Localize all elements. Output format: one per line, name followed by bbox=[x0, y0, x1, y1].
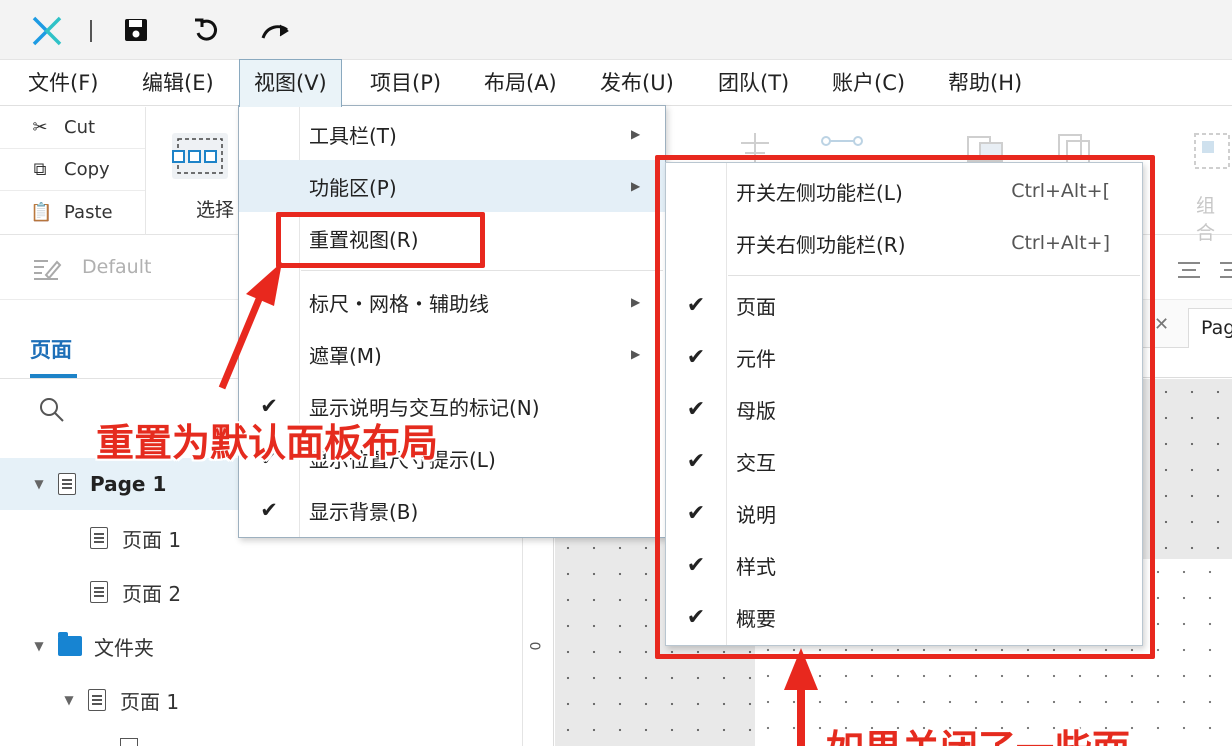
ribbon-separator bbox=[145, 107, 146, 235]
menu-item-label: 工具栏(T) bbox=[309, 123, 397, 148]
undo-button[interactable] bbox=[190, 14, 222, 46]
tree-item-label: 页面 1 bbox=[120, 689, 180, 714]
title-bar bbox=[0, 0, 1232, 60]
tree-item-label: Page 1 bbox=[90, 472, 167, 496]
menu-item-label: 遮罩(M) bbox=[309, 343, 382, 368]
menu-account[interactable]: 账户(C) bbox=[818, 60, 919, 106]
menu-item-show-background[interactable]: ✔ 显示背景(B) bbox=[239, 484, 665, 536]
menu-layout[interactable]: 布局(A) bbox=[470, 60, 571, 106]
menu-divider bbox=[301, 270, 663, 271]
menu-publish[interactable]: 发布(U) bbox=[586, 60, 688, 106]
menu-item-label: 显示背景(B) bbox=[309, 499, 419, 524]
menu-item-toolbar[interactable]: 工具栏(T) ▶ bbox=[239, 108, 665, 160]
axure-logo-icon bbox=[32, 16, 62, 46]
copy-label: Copy bbox=[64, 159, 110, 180]
toolbar-separator bbox=[90, 20, 92, 42]
redo-button[interactable] bbox=[260, 14, 292, 46]
menu-bar: 文件(F) 编辑(E) 视图(V) 项目(P) 布局(A) 发布(U) 团队(T… bbox=[0, 59, 1232, 107]
menu-item-label: 功能区(P) bbox=[309, 175, 397, 200]
cut-button[interactable]: ✂ Cut bbox=[0, 107, 145, 149]
menu-edit[interactable]: 编辑(E) bbox=[128, 60, 228, 106]
close-tab-icon[interactable]: ✕ bbox=[1154, 314, 1169, 335]
annotation-bottom-note: 如果关闭了一些面 bbox=[826, 718, 1130, 746]
tree-item-folder[interactable]: ▼ 文件夹 bbox=[0, 620, 523, 672]
menu-item-ribbon[interactable]: 功能区(P) ▶ bbox=[239, 160, 665, 212]
copy-button[interactable]: ⧉ Copy bbox=[0, 149, 145, 191]
paste-label: Paste bbox=[64, 201, 113, 223]
connector-icon bbox=[821, 136, 863, 146]
page-icon bbox=[120, 738, 138, 746]
menu-team[interactable]: 团队(T) bbox=[704, 60, 803, 106]
scissors-icon: ✂ bbox=[32, 117, 48, 138]
menu-item-masks[interactable]: 遮罩(M) ▶ bbox=[239, 328, 665, 380]
paste-button[interactable]: 📋 Paste bbox=[0, 191, 145, 233]
menu-help[interactable]: 帮助(H) bbox=[934, 60, 1036, 106]
checkmark-icon: ✔ bbox=[260, 498, 278, 522]
tab-pages[interactable]: 页面 bbox=[30, 334, 72, 364]
highlight-reset-view bbox=[276, 212, 485, 268]
page-icon bbox=[58, 473, 76, 495]
save-button[interactable] bbox=[120, 14, 152, 46]
group-icon bbox=[1194, 133, 1230, 169]
collapse-icon[interactable]: ▼ bbox=[60, 693, 78, 707]
menu-file[interactable]: 文件(F) bbox=[14, 60, 112, 106]
menu-item-rulers-grid[interactable]: 标尺・网格・辅助线 ▶ bbox=[239, 276, 665, 328]
annotation-reset-note: 重置为默认面板布局 bbox=[96, 421, 439, 465]
tree-item-label: 页面 1 bbox=[122, 527, 182, 552]
tab-page[interactable]: Pag bbox=[1188, 308, 1232, 348]
folder-icon bbox=[58, 632, 82, 656]
select-tool-label: 选择 bbox=[196, 199, 235, 221]
page-icon bbox=[90, 527, 108, 549]
tree-item-folder-child1[interactable]: ▼ 页面 1 bbox=[0, 674, 523, 726]
tree-item-label: 文件夹 bbox=[94, 635, 154, 660]
menu-view[interactable]: 视图(V) bbox=[239, 59, 342, 107]
save-icon bbox=[125, 19, 147, 41]
ruler-zero-label: 0 bbox=[528, 641, 545, 651]
copy-icon: ⧉ bbox=[33, 159, 47, 180]
search-icon[interactable] bbox=[38, 396, 66, 424]
tree-item-page1-child2[interactable]: 页面 2 bbox=[0, 566, 523, 618]
view-menu-dropdown: 工具栏(T) ▶ 功能区(P) ▶ 重置视图(R) 标尺・网格・辅助线 ▶ 遮罩… bbox=[238, 105, 666, 538]
collapse-icon[interactable]: ▼ bbox=[30, 477, 48, 491]
menu-item-label: 标尺・网格・辅助线 bbox=[309, 291, 489, 316]
text-align-icon[interactable] bbox=[1176, 260, 1202, 280]
page-icon bbox=[90, 581, 108, 603]
collapse-icon[interactable]: ▼ bbox=[30, 639, 48, 653]
style-name[interactable]: Default bbox=[82, 256, 151, 278]
tree-item-label: 页面 2 bbox=[122, 581, 182, 606]
cut-label: Cut bbox=[64, 117, 96, 138]
select-mode-icon bbox=[172, 133, 228, 179]
submenu-arrow-icon: ▶ bbox=[631, 127, 641, 141]
highlight-ribbon-submenu bbox=[655, 155, 1155, 659]
page-icon bbox=[88, 689, 106, 711]
menu-project[interactable]: 项目(P) bbox=[356, 60, 455, 106]
paste-icon: 📋 bbox=[30, 201, 53, 223]
redo-icon bbox=[261, 24, 289, 39]
style-edit-icon[interactable] bbox=[32, 256, 62, 282]
text-align-right-icon[interactable] bbox=[1218, 260, 1232, 280]
select-tool-button[interactable] bbox=[170, 129, 230, 183]
undo-icon bbox=[195, 18, 217, 41]
